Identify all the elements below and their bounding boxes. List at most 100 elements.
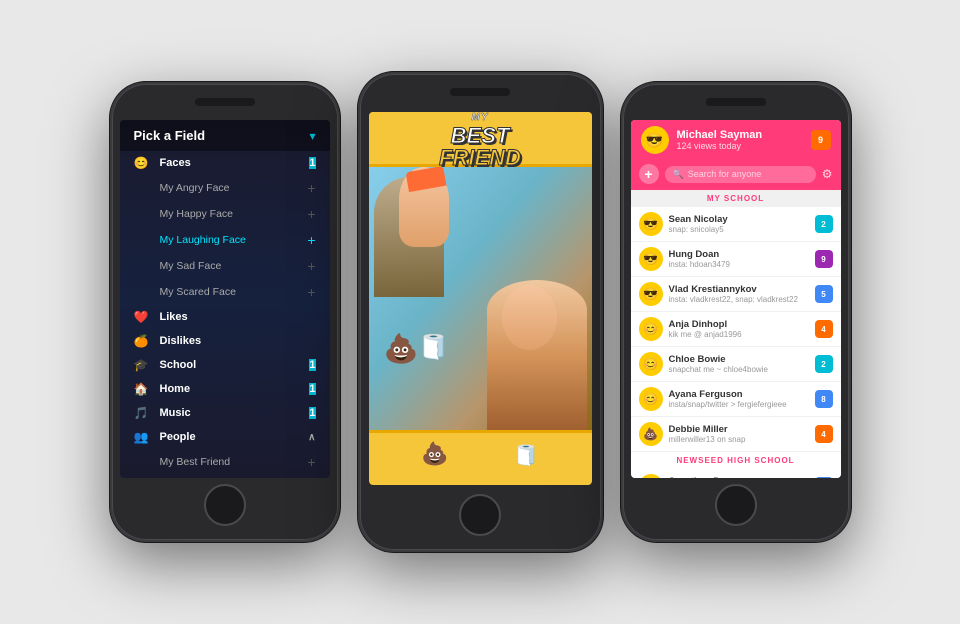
item-badge: 4 [815, 425, 833, 443]
field-list: 😊 Faces 1 My Angry Face + My Happy Face … [120, 151, 330, 478]
avatar: 😎 [639, 474, 663, 478]
search-placeholder: Search for anyone [688, 169, 762, 179]
category-home[interactable]: 🏠 Home 1 [120, 377, 330, 401]
search-input[interactable]: 🔍 Search for anyone [665, 166, 816, 183]
faces-label: Faces [160, 157, 310, 169]
phone2-screen: MY BEST FRIEND [369, 112, 592, 485]
item-handle: insta/snap/twitter > fergiefergieee [669, 400, 809, 409]
my-school-section-label: MY SCHOOL [631, 190, 841, 207]
phones-container: Pick a Field ▾ 😊 Faces 1 My Angry Face +… [90, 52, 871, 572]
phone-2: MY BEST FRIEND [358, 72, 603, 552]
person2-head [502, 285, 557, 350]
list-item[interactable]: 😎 Hung Doan insta: hdoan3479 9 [631, 242, 841, 277]
avatar: 😊 [639, 387, 663, 411]
field-header[interactable]: Pick a Field ▾ [120, 120, 330, 151]
school-badge: 1 [309, 359, 315, 371]
list-item[interactable]: 💩 Debbie Miller millerwiller13 on snap 4 [631, 417, 841, 452]
category-people[interactable]: 👥 People ∧ [120, 425, 330, 449]
snap-top-border: MY BEST FRIEND [369, 112, 592, 167]
item-badge: 4 [815, 320, 833, 338]
social-header: 😎 Michael Sayman 124 views today 9 [631, 120, 841, 160]
item-handle: snapchat me ~ chloe4bowie [669, 365, 809, 374]
scared-face-label: My Scared Face [160, 286, 308, 298]
add-button[interactable]: + [639, 164, 659, 184]
best-friend-label: My Best Friend [160, 456, 308, 468]
item-name: Sean Nicolay [669, 214, 809, 225]
music-badge: 1 [309, 407, 315, 419]
my-angry-face-item[interactable]: My Angry Face + [120, 175, 330, 201]
settings-icon[interactable]: ⚙ [822, 167, 833, 181]
sad-face-plus-icon[interactable]: + [307, 258, 315, 274]
poop-sticker: 💩 [384, 332, 419, 365]
snap-title: MY BEST FRIEND [439, 112, 521, 169]
home-badge: 1 [309, 383, 315, 395]
item-name: Chloe Bowie [669, 354, 809, 365]
snap-friend-text: FRIEND [439, 147, 521, 169]
user-avatar: 😎 [641, 126, 669, 154]
category-dislikes[interactable]: 🍊 Dislikes [120, 329, 330, 353]
phone1-screen: Pick a Field ▾ 😊 Faces 1 My Angry Face +… [120, 120, 330, 478]
people-collapse-icon: ∧ [308, 432, 315, 443]
category-school[interactable]: 🎓 School 1 [120, 353, 330, 377]
my-best-friend-item[interactable]: My Best Friend + [120, 449, 330, 475]
item-badge: 6 [815, 477, 833, 478]
list-item[interactable]: 😊 Anja Dinhopl kik me @ anjad1996 4 [631, 312, 841, 347]
snap-image: MY BEST FRIEND [369, 112, 592, 485]
avatar: 😎 [639, 247, 663, 271]
category-faces[interactable]: 😊 Faces 1 [120, 151, 330, 175]
faces-badge: 1 [309, 157, 315, 169]
phone-1: Pick a Field ▾ 😊 Faces 1 My Angry Face +… [110, 82, 340, 542]
item-badge: 5 [815, 285, 833, 303]
item-name: Jonathan Dann [669, 476, 809, 478]
item-handle: kik me @ anjad1996 [669, 330, 809, 339]
home-label: Home [160, 383, 310, 395]
my-scared-face-item[interactable]: My Scared Face + [120, 279, 330, 305]
phone-3: 😎 Michael Sayman 124 views today 9 + 🔍 S… [621, 82, 851, 542]
faces-icon: 😊 [134, 156, 152, 170]
item-handle: snap: snicolay5 [669, 225, 809, 234]
scared-face-plus-icon[interactable]: + [307, 284, 315, 300]
my-fans-item[interactable]: My Fans + [120, 475, 330, 478]
my-happy-face-item[interactable]: My Happy Face + [120, 201, 330, 227]
best-friend-plus-icon[interactable]: + [307, 454, 315, 470]
dislikes-icon: 🍊 [134, 334, 152, 348]
list-item[interactable]: 😊 Ayana Ferguson insta/snap/twitter > fe… [631, 382, 841, 417]
item-badge: 9 [815, 250, 833, 268]
list-item[interactable]: 😎 Vlad Krestiannykov insta: vladkrest22,… [631, 277, 841, 312]
item-badge: 8 [815, 390, 833, 408]
list-item[interactable]: 😎 Jonathan Dann musically: jdann344 6 [631, 469, 841, 478]
category-likes[interactable]: ❤️ Likes [120, 305, 330, 329]
header-info: Michael Sayman 124 views today [677, 129, 803, 151]
item-info: Anja Dinhopl kik me @ anjad1996 [669, 319, 809, 339]
avatar: 😊 [639, 352, 663, 376]
angry-face-plus-icon[interactable]: + [307, 180, 315, 196]
item-info: Jonathan Dann musically: jdann344 [669, 476, 809, 478]
header-badge: 9 [811, 130, 831, 150]
item-info: Sean Nicolay snap: snicolay5 [669, 214, 809, 234]
home-icon: 🏠 [134, 382, 152, 396]
music-label: Music [160, 407, 310, 419]
search-bar: + 🔍 Search for anyone ⚙ [631, 160, 841, 190]
people-label: People [160, 431, 309, 443]
my-laughing-face-item[interactable]: My Laughing Face + [120, 227, 330, 253]
list-item[interactable]: 😊 Chloe Bowie snapchat me ~ chloe4bowie … [631, 347, 841, 382]
my-sad-face-item[interactable]: My Sad Face + [120, 253, 330, 279]
item-name: Debbie Miller [669, 424, 809, 435]
field-header-title: Pick a Field [134, 128, 206, 143]
item-name: Anja Dinhopl [669, 319, 809, 330]
avatar: 💩 [639, 422, 663, 446]
school-label: School [160, 359, 310, 371]
category-music[interactable]: 🎵 Music 1 [120, 401, 330, 425]
dislikes-label: Dislikes [160, 335, 316, 347]
list-item[interactable]: 😎 Sean Nicolay snap: snicolay5 2 [631, 207, 841, 242]
snap-people-area: 💩 🧻 [369, 167, 592, 430]
newseed-list: 😎 Jonathan Dann musically: jdann344 6 [631, 469, 841, 478]
laughing-face-plus-icon[interactable]: + [307, 232, 315, 248]
happy-face-plus-icon[interactable]: + [307, 206, 315, 222]
views-label: 124 views today [677, 141, 803, 151]
username-label: Michael Sayman [677, 129, 803, 141]
bottom-sticker2: 🧻 [514, 437, 539, 468]
item-info: Debbie Miller millerwiller13 on snap [669, 424, 809, 444]
angry-face-label: My Angry Face [160, 182, 308, 194]
toilet-paper-sticker: 🧻 [419, 333, 449, 362]
